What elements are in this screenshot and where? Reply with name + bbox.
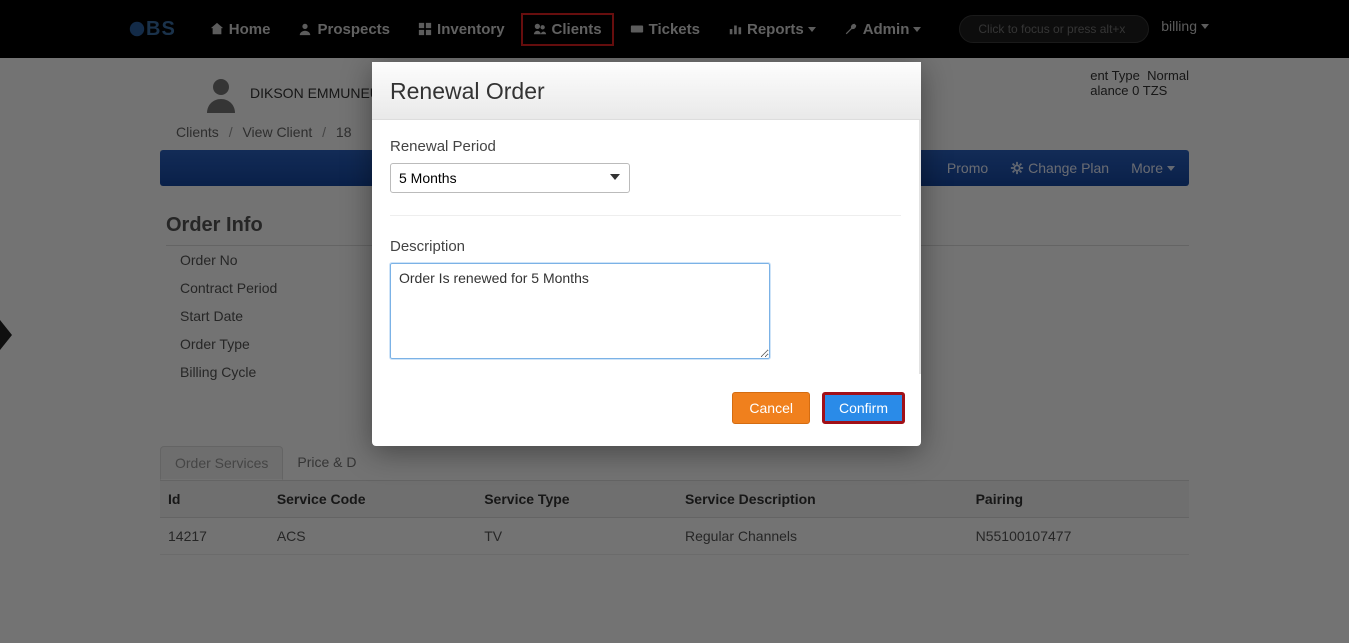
- renewal-order-modal: Renewal Order Renewal Period 5 Months De…: [372, 62, 921, 446]
- description-label: Description: [390, 238, 901, 255]
- renewal-period-label: Renewal Period: [390, 138, 901, 155]
- renewal-period-select[interactable]: 5 Months: [390, 163, 630, 193]
- cancel-button[interactable]: Cancel: [732, 392, 810, 424]
- description-textarea[interactable]: Order Is renewed for 5 Months: [390, 263, 770, 359]
- confirm-button[interactable]: Confirm: [822, 392, 905, 424]
- modal-title: Renewal Order: [390, 78, 903, 105]
- modal-header: Renewal Order: [372, 62, 921, 120]
